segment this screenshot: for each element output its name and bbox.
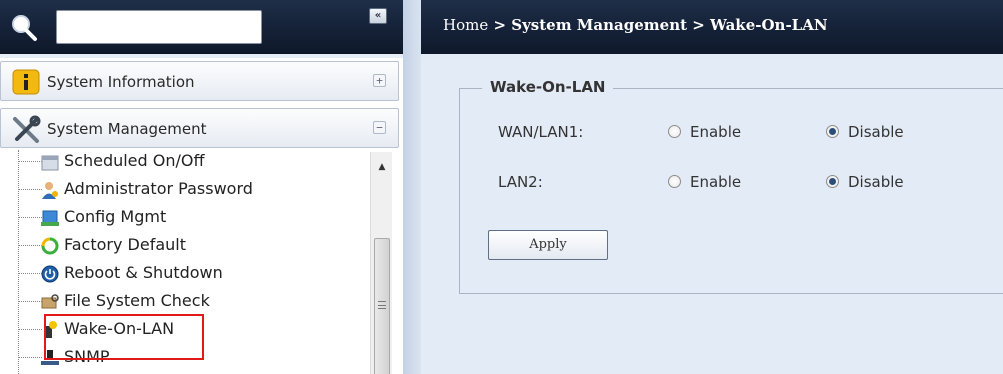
scroll-up-icon[interactable]: ▲ [371, 158, 393, 176]
breadcrumb-home-link[interactable]: Home [443, 16, 488, 34]
expand-icon[interactable]: + [373, 74, 386, 87]
sidebar-separator [0, 54, 403, 58]
config-icon [41, 210, 59, 226]
power-icon [41, 265, 59, 283]
sidebar-item-label: File System Check [64, 291, 210, 310]
wake-on-lan-fieldset: Wake-On-LAN WAN/LAN1: Enable Disable LAN… [459, 78, 1003, 294]
sidebar-item-label: Config Mgmt [64, 207, 167, 226]
sidebar-item-label: Scheduled On/Off [64, 151, 205, 170]
radio-label: Disable [848, 173, 904, 191]
lan2-label: LAN2: [498, 173, 543, 191]
search-icon[interactable] [8, 12, 42, 44]
scrollbar-thumb[interactable] [374, 238, 390, 374]
breadcrumb-separator: > [488, 16, 512, 34]
breadcrumb-bar: Home > System Management > Wake-On-LAN [421, 0, 1003, 54]
sidebar-group-system-management[interactable]: System Management − [0, 108, 399, 148]
wan-lan1-enable-radio[interactable] [668, 125, 681, 138]
sidebar-item-label: Administrator Password [64, 179, 253, 198]
collapse-sidebar-button[interactable]: « [369, 8, 387, 24]
fieldset-legend: Wake-On-LAN [482, 78, 614, 96]
breadcrumb-section[interactable]: System Management [511, 16, 687, 34]
tools-icon [13, 115, 41, 143]
sidebar-group-label: System Management [47, 120, 207, 138]
tree-connector [18, 150, 19, 374]
breadcrumb: Home > System Management > Wake-On-LAN [443, 16, 828, 34]
sidebar-scrollbar[interactable]: ▲ [370, 152, 392, 374]
sidebar-group-system-information[interactable]: System Information + [0, 61, 399, 101]
breadcrumb-current-page: Wake-On-LAN [710, 16, 828, 34]
radio-label: Disable [848, 123, 904, 141]
grip-icon [378, 301, 386, 309]
search-bar: « [0, 0, 403, 54]
sidebar-group-label: System Information [47, 73, 195, 91]
sidebar-item-label: Reboot & Shutdown [64, 263, 223, 282]
sidebar-item-label: Factory Default [64, 235, 186, 254]
selection-highlight [44, 314, 204, 360]
scheduled-icon [41, 155, 59, 171]
radio-label: Enable [690, 123, 742, 141]
factory-reset-icon [41, 237, 59, 255]
sidebar: « System Information + System Management… [0, 0, 403, 374]
wan-lan1-disable-radio[interactable] [826, 125, 839, 138]
wan-lan1-label: WAN/LAN1: [498, 123, 584, 141]
admin-user-icon [42, 182, 58, 199]
filesystem-icon [41, 294, 59, 309]
lan2-enable-radio[interactable] [668, 175, 681, 188]
lan2-disable-radio[interactable] [826, 175, 839, 188]
radio-label: Enable [690, 173, 742, 191]
collapse-icon[interactable]: − [373, 121, 386, 134]
panel-divider [403, 0, 421, 374]
main-panel: Home > System Management > Wake-On-LAN W… [421, 0, 1003, 374]
apply-button[interactable]: Apply [488, 230, 608, 260]
breadcrumb-separator: > [687, 16, 711, 34]
info-icon [12, 69, 40, 95]
search-input[interactable] [56, 10, 262, 44]
content-area: Wake-On-LAN WAN/LAN1: Enable Disable LAN… [421, 58, 1003, 374]
